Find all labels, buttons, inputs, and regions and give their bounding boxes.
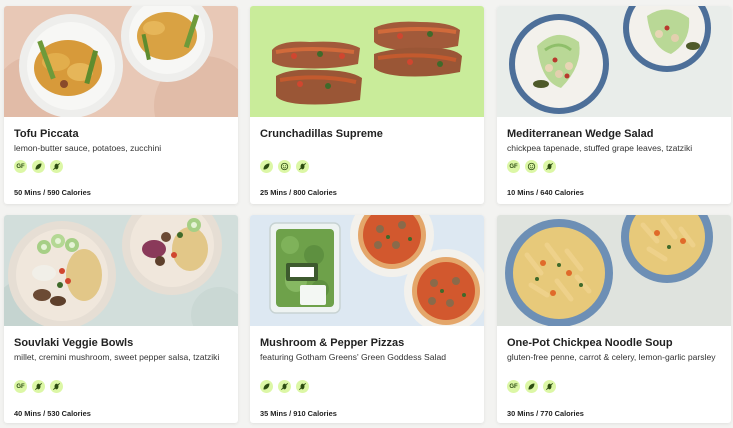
recipe-card-mushroom-pepper-pizzas[interactable]: Mushroom & Pepper Pizzas featuring Gotha… bbox=[250, 215, 484, 423]
recipe-description: lemon-butter sauce, potatoes, zucchini bbox=[14, 143, 162, 153]
diet-badges: GF bbox=[14, 160, 63, 173]
recipe-photo[interactable] bbox=[250, 6, 484, 117]
time-calories: 40 Mins / 530 Calories bbox=[14, 409, 91, 418]
time-calories: 30 Mins / 770 Calories bbox=[507, 409, 584, 418]
recipe-title[interactable]: Tofu Piccata bbox=[14, 128, 79, 140]
recipe-title[interactable]: Crunchadillas Supreme bbox=[260, 128, 383, 140]
time-calories: 10 Mins / 640 Calories bbox=[507, 188, 584, 197]
diet-badges bbox=[260, 160, 309, 173]
recipe-photo[interactable] bbox=[497, 215, 731, 326]
recipe-card-tofu-piccata[interactable]: Tofu Piccata lemon-butter sauce, potatoe… bbox=[4, 6, 238, 204]
vegan-leaf-icon bbox=[260, 380, 273, 393]
diet-badges: GF bbox=[14, 380, 63, 393]
recipe-card-mediterranean-wedge-salad[interactable]: Mediterranean Wedge Salad chickpea tapen… bbox=[497, 6, 731, 204]
time-calories: 50 Mins / 590 Calories bbox=[14, 188, 91, 197]
gluten-free-icon: GF bbox=[507, 160, 520, 173]
recipe-description: featuring Gotham Greens' Green Goddess S… bbox=[260, 352, 447, 362]
no-nuts-icon bbox=[50, 160, 63, 173]
recipe-title[interactable]: Souvlaki Veggie Bowls bbox=[14, 337, 133, 349]
recipe-photo[interactable] bbox=[4, 6, 238, 117]
recipe-title[interactable]: One-Pot Chickpea Noodle Soup bbox=[507, 337, 673, 349]
recipe-photo[interactable] bbox=[497, 6, 731, 117]
gluten-free-icon: GF bbox=[507, 380, 520, 393]
no-nuts-icon bbox=[32, 380, 45, 393]
gluten-free-icon: GF bbox=[14, 380, 27, 393]
recipe-title[interactable]: Mushroom & Pepper Pizzas bbox=[260, 337, 404, 349]
no-nuts-icon bbox=[296, 380, 309, 393]
no-nuts-icon bbox=[296, 160, 309, 173]
time-calories: 25 Mins / 800 Calories bbox=[260, 188, 337, 197]
recipe-photo[interactable] bbox=[4, 215, 238, 326]
time-calories: 35 Mins / 910 Calories bbox=[260, 409, 337, 418]
vegan-leaf-icon bbox=[32, 160, 45, 173]
no-nuts-icon bbox=[50, 380, 63, 393]
vegan-leaf-icon bbox=[525, 380, 538, 393]
no-nuts-icon bbox=[543, 380, 556, 393]
recipe-card-crunchadillas-supreme[interactable]: Crunchadillas Supreme 25 Mins / 800 Calo… bbox=[250, 6, 484, 204]
recipe-card-one-pot-chickpea-noodle-soup[interactable]: One-Pot Chickpea Noodle Soup gluten-free… bbox=[497, 215, 731, 423]
diet-badges bbox=[260, 380, 309, 393]
kid-friendly-icon bbox=[525, 160, 538, 173]
no-nuts-icon bbox=[278, 380, 291, 393]
recipe-description: gluten-free penne, carrot & celery, lemo… bbox=[507, 352, 716, 362]
gluten-free-icon: GF bbox=[14, 160, 27, 173]
diet-badges: GF bbox=[507, 160, 556, 173]
recipe-description: millet, cremini mushroom, sweet pepper s… bbox=[14, 352, 220, 362]
recipe-photo[interactable] bbox=[250, 215, 484, 326]
kid-friendly-icon bbox=[278, 160, 291, 173]
recipe-card-souvlaki-veggie-bowls[interactable]: Souvlaki Veggie Bowls millet, cremini mu… bbox=[4, 215, 238, 423]
diet-badges: GF bbox=[507, 380, 556, 393]
recipe-description: chickpea tapenade, stuffed grape leaves,… bbox=[507, 143, 693, 153]
no-nuts-icon bbox=[543, 160, 556, 173]
recipe-title[interactable]: Mediterranean Wedge Salad bbox=[507, 128, 654, 140]
vegan-leaf-icon bbox=[260, 160, 273, 173]
